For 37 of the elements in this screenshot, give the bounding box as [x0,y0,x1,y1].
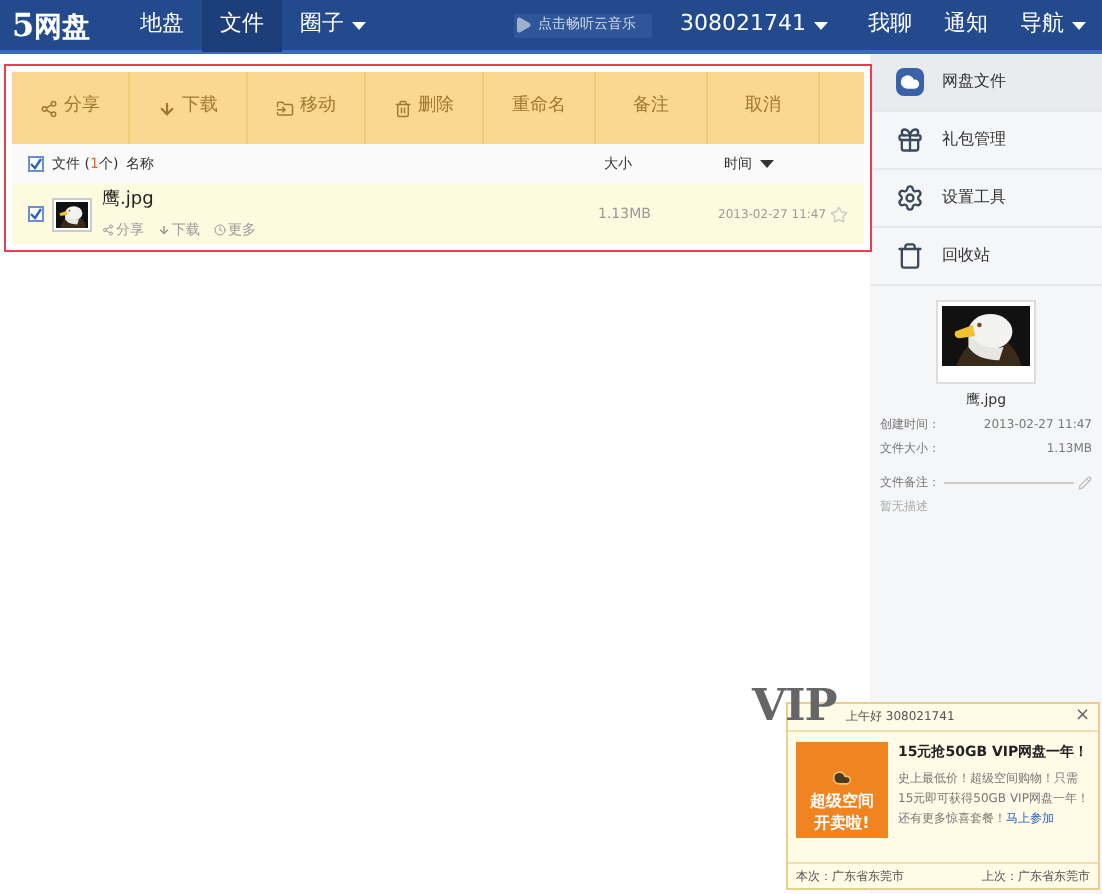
nav-link[interactable]: 通知 [944,8,988,42]
select-all-checkbox[interactable] [28,156,44,172]
nav-link[interactable]: 我聊 [868,8,912,42]
share-icon [102,223,114,236]
play-icon [514,16,532,34]
user-menu[interactable]: 308021741 [680,8,828,42]
caret-icon [814,21,828,29]
settings-icon [896,184,924,212]
banner-text: 开卖啦! [814,812,870,834]
gift-icon [896,126,924,154]
nav-tab[interactable]: 地盘 [122,0,203,52]
logo-digit: 5 [12,3,35,47]
row-checkbox[interactable] [28,206,44,222]
nav-link[interactable]: 导航 [1020,8,1086,42]
check-icon [30,208,42,220]
download-icon [158,223,170,236]
sidebar-item[interactable]: 回收站 [870,228,1102,286]
nav-tab[interactable]: 文件 [202,0,283,52]
file-name[interactable]: 鹰.jpg [102,188,256,215]
sidebar-item[interactable]: 设置工具 [870,170,1102,228]
cloud-icon [896,68,924,96]
banner-text: 超级空间 [810,790,874,812]
logo-text: 网盘 [34,9,91,47]
cloud-icon [832,768,852,788]
close-button[interactable]: × [1074,708,1090,726]
sidebar-item[interactable]: 网盘文件 [870,54,1102,112]
share-icon [40,99,58,117]
caret-icon [760,160,774,168]
trash-icon [394,99,412,117]
download-icon [158,99,176,117]
nav-tab[interactable]: 圈子 [282,0,385,52]
sidebar-item[interactable]: 礼包管理 [870,112,1102,170]
star-icon[interactable] [830,205,848,223]
check-icon [30,158,42,170]
folder-icon [276,99,294,117]
more-icon [214,223,226,236]
trash-icon [896,242,924,270]
